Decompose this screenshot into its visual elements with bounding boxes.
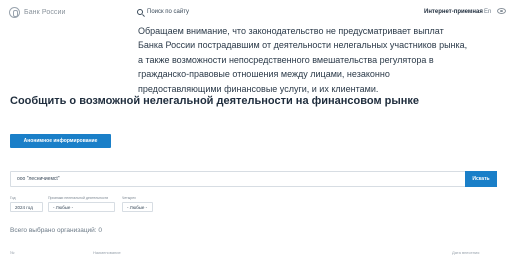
bank-emblem-icon [9, 7, 20, 18]
bank-logo[interactable]: Банк России [9, 7, 66, 18]
activity-filter-label: Признаки нелегальной деятельности [48, 196, 109, 200]
year-select[interactable]: 2024 год [10, 202, 43, 212]
year-filter-label: Год [10, 196, 16, 200]
notice-text: Обращаем внимание, что законодательство … [138, 26, 468, 94]
logo-text: Банк России [24, 9, 66, 16]
features-filter-label: Четырех [122, 196, 136, 200]
search-submit-button[interactable]: Искать [465, 171, 497, 187]
features-filter: Четырех - Любые - [122, 196, 153, 212]
organization-search-input[interactable]: ооо "лесничиемсt" [17, 176, 60, 182]
section-title: Сообщить о возможной нелегальной деятель… [10, 95, 420, 107]
site-header: Банк России Поиск по сайту Интернет-прие… [0, 0, 512, 26]
search-icon [137, 9, 143, 15]
activity-select[interactable]: - Любые - [48, 202, 115, 212]
language-switch[interactable]: En [484, 9, 491, 15]
activity-filter: Признаки нелегальной деятельности - Любы… [48, 196, 115, 212]
column-name: Наименование [93, 250, 121, 255]
internet-reception-link[interactable]: Интернет-приемная [424, 9, 483, 15]
site-search-label: Поиск по сайту [147, 9, 190, 15]
accessibility-eye-icon[interactable] [497, 8, 506, 14]
column-number: № [10, 250, 15, 255]
site-search-link[interactable]: Поиск по сайту [137, 9, 189, 15]
features-select[interactable]: - Любые - [122, 202, 153, 212]
organization-search: ооо "лесничиемсt" Искать [10, 171, 497, 187]
year-filter: Год 2024 год [10, 196, 43, 212]
column-date: Дата внесения [452, 250, 480, 255]
anonymous-report-button[interactable]: Анонимное информирование [10, 134, 111, 148]
results-total: Всего выбрано организаций: 0 [10, 227, 103, 234]
